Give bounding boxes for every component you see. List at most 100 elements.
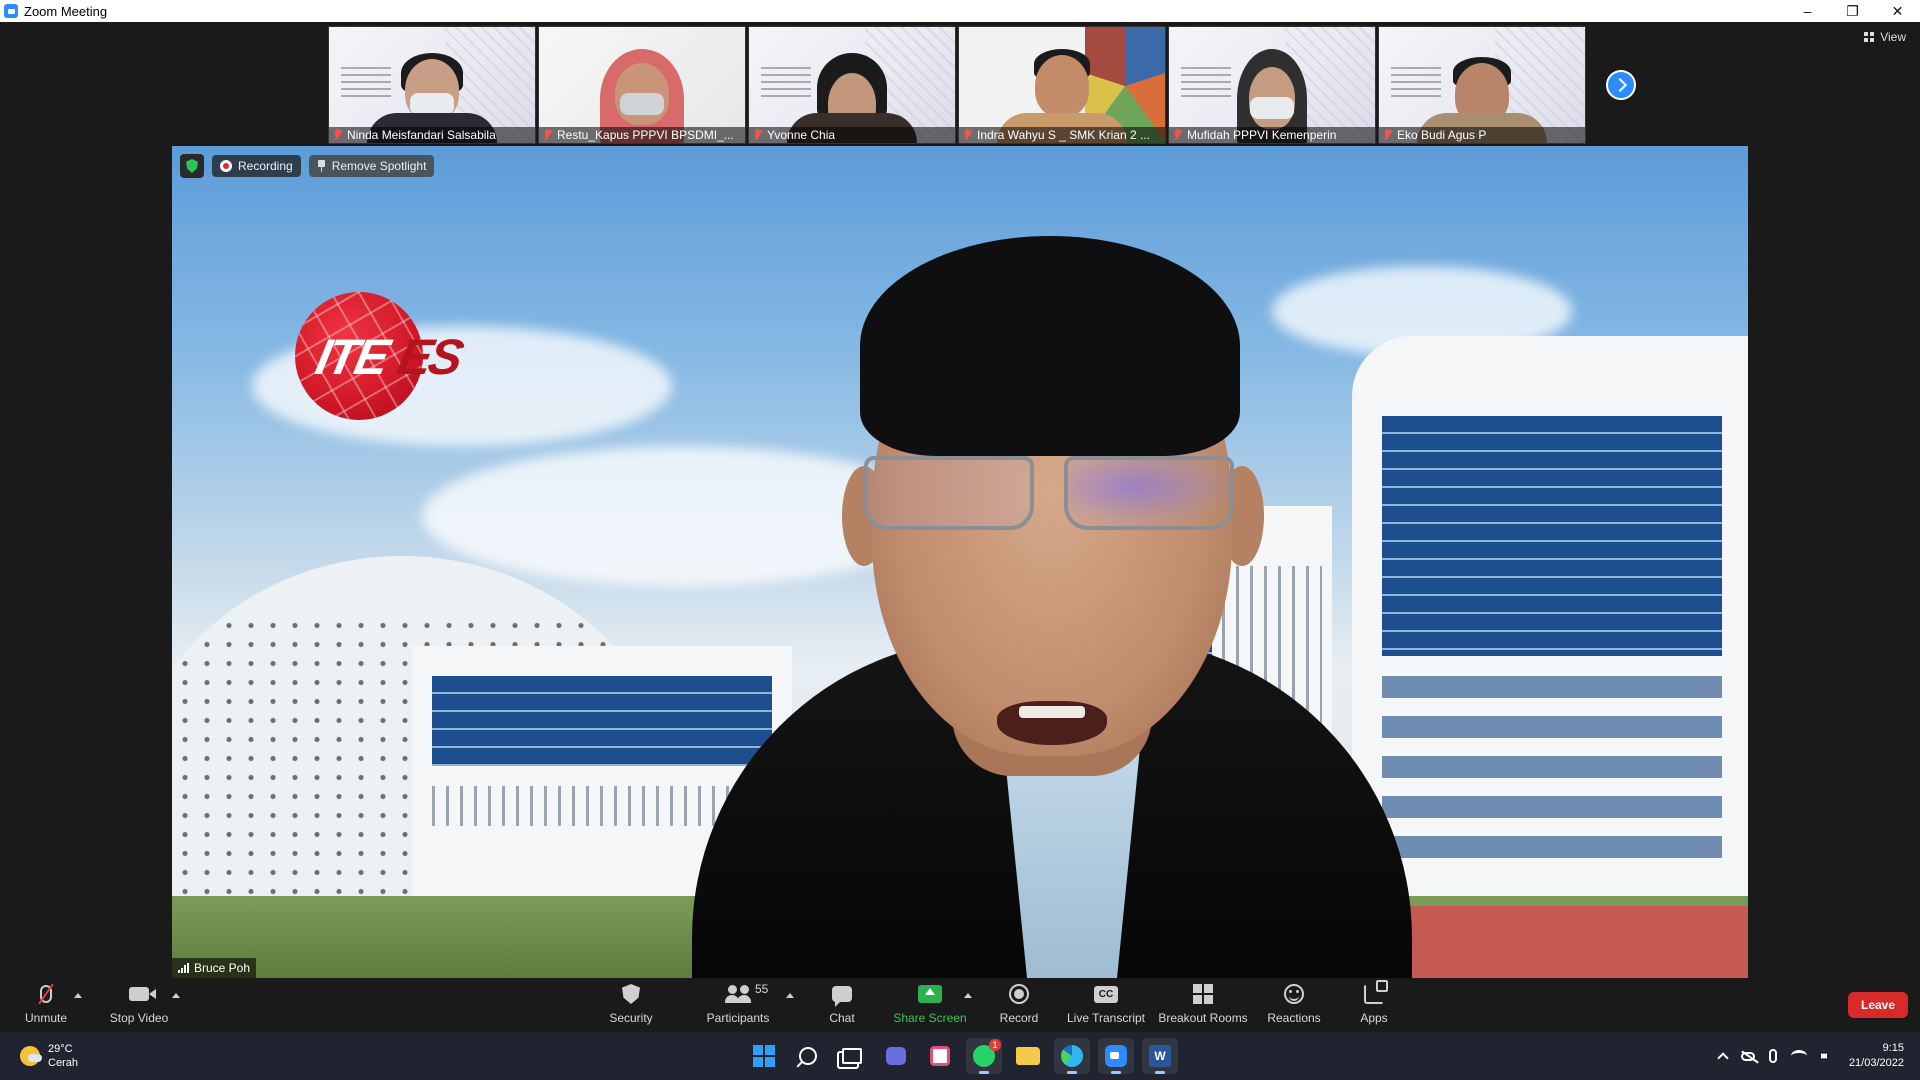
- participant-name: Mufidah PPPVI Kemenperin: [1187, 128, 1337, 142]
- onedrive-offline-icon[interactable]: [1740, 1051, 1755, 1061]
- participant-name: Restu_Kapus PPPVI BPSDMI_...: [557, 128, 734, 142]
- task-view-icon: [842, 1048, 862, 1064]
- leave-button[interactable]: Leave: [1848, 992, 1908, 1018]
- minimize-button[interactable]: –: [1785, 0, 1830, 22]
- zoom-app-icon: [4, 4, 18, 18]
- restore-button[interactable]: ❐: [1830, 0, 1875, 22]
- clock[interactable]: 9:15 21/03/2022: [1849, 1041, 1904, 1071]
- building-windows: [1382, 676, 1722, 876]
- windows-taskbar: 29°C Cerah 1 W 9:15 21/03/2022: [0, 1032, 1920, 1080]
- close-button[interactable]: ✕: [1875, 0, 1920, 22]
- participant-tile[interactable]: Mufidah PPPVI Kemenperin: [1168, 26, 1376, 144]
- task-view-button[interactable]: [834, 1038, 870, 1074]
- share-screen-label: Share Screen: [893, 1011, 967, 1025]
- participant-tile[interactable]: Ninda Meisfandari Salsabila: [328, 26, 536, 144]
- folder-icon: [1016, 1047, 1040, 1065]
- glasses-lens-left: [864, 456, 1034, 530]
- share-screen-button[interactable]: Share Screen: [893, 978, 967, 1032]
- file-explorer-button[interactable]: [1010, 1038, 1046, 1074]
- participants-button[interactable]: 55 Participants: [704, 978, 772, 1032]
- record-button[interactable]: Record: [998, 978, 1040, 1032]
- start-button[interactable]: [746, 1038, 782, 1074]
- participants-count: 55: [755, 982, 769, 996]
- participant-tile[interactable]: Restu_Kapus PPPVI BPSDMI_...: [538, 26, 746, 144]
- security-button[interactable]: Security: [606, 978, 656, 1032]
- windows-logo-icon: [753, 1045, 775, 1067]
- unmute-label: Unmute: [24, 1011, 68, 1025]
- apps-button[interactable]: Apps: [1358, 978, 1390, 1032]
- participant-namebar: Restu_Kapus PPPVI BPSDMI_...: [539, 127, 745, 143]
- participant-tile[interactable]: Yvonne Chia: [748, 26, 956, 144]
- glasses-lens-right: [1064, 456, 1234, 530]
- participants-icon: [725, 985, 751, 1003]
- show-hidden-icons-icon[interactable]: [1717, 1052, 1729, 1064]
- snipping-tool-button[interactable]: [922, 1038, 958, 1074]
- microphone-icon[interactable]: [1768, 1049, 1777, 1063]
- participant-namebar: Ninda Meisfandari Salsabila: [329, 127, 535, 143]
- edge-browser-icon: [1061, 1045, 1083, 1067]
- breakout-rooms-label: Breakout Rooms: [1158, 1011, 1248, 1025]
- chat-bubble-icon: [832, 986, 852, 1007]
- view-button-label: View: [1880, 30, 1906, 44]
- security-label: Security: [609, 1011, 653, 1025]
- shield-icon: [622, 984, 640, 1004]
- volume-icon[interactable]: [1820, 1050, 1832, 1062]
- clock-date: 21/03/2022: [1848, 1057, 1904, 1069]
- video-options-caret-icon[interactable]: [172, 993, 180, 998]
- participant-tile[interactable]: Indra Wahyu S _ SMK Krian 2 ...: [958, 26, 1166, 144]
- reactions-button[interactable]: Reactions: [1266, 978, 1322, 1032]
- whatsapp-button[interactable]: 1: [966, 1038, 1002, 1074]
- whatsapp-icon: 1: [973, 1039, 1001, 1067]
- speaker-glasses: [854, 456, 1254, 536]
- chat-button[interactable]: Chat: [824, 978, 860, 1032]
- recording-dot-icon: [220, 160, 232, 172]
- speaker-name-tag: Bruce Poh: [172, 958, 257, 978]
- teams-chat-button[interactable]: [878, 1038, 914, 1074]
- zoom-taskbar-button[interactable]: [1098, 1038, 1134, 1074]
- stop-video-button[interactable]: Stop Video: [104, 978, 174, 1032]
- wifi-icon[interactable]: [1790, 1050, 1807, 1062]
- slide-text-decoration: [761, 67, 811, 101]
- participants-options-caret-icon[interactable]: [786, 993, 794, 998]
- logo-text-es: ES: [393, 329, 466, 385]
- mic-muted-icon: [753, 129, 763, 141]
- weather-widget[interactable]: 29°C Cerah: [20, 1042, 78, 1070]
- view-button[interactable]: View: [1864, 30, 1906, 44]
- remove-spotlight-button[interactable]: Remove Spotlight: [308, 155, 435, 177]
- meeting-controls-toolbar: Unmute Stop Video Security 55 Participan…: [0, 978, 1920, 1032]
- search-button[interactable]: [790, 1038, 826, 1074]
- word-icon: W: [1149, 1045, 1171, 1067]
- live-transcript-button[interactable]: CC Live Transcript: [1066, 978, 1146, 1032]
- share-options-caret-icon[interactable]: [964, 993, 972, 998]
- speaker-name: Bruce Poh: [194, 961, 251, 975]
- share-screen-icon: [918, 985, 942, 1003]
- smiley-icon: [1284, 984, 1304, 1004]
- window-title: Zoom Meeting: [24, 3, 108, 19]
- mic-muted-icon: [333, 129, 343, 141]
- next-page-arrow-icon[interactable]: [1606, 70, 1636, 100]
- face-mask: [1250, 97, 1294, 119]
- partly-sunny-icon: [20, 1046, 42, 1066]
- mic-muted-icon: [1173, 129, 1183, 141]
- encryption-shield-icon[interactable]: [180, 154, 204, 178]
- video-top-badges: Recording Remove Spotlight: [180, 154, 435, 178]
- record-icon: [1009, 984, 1029, 1004]
- word-button[interactable]: W: [1142, 1038, 1178, 1074]
- face-mask: [410, 93, 454, 115]
- participant-tile[interactable]: Eko Budi Agus P: [1378, 26, 1586, 144]
- stop-video-label: Stop Video: [109, 1011, 169, 1025]
- breakout-rooms-button[interactable]: Breakout Rooms: [1158, 978, 1248, 1032]
- remove-spotlight-label: Remove Spotlight: [331, 159, 427, 173]
- grid-view-icon: [1864, 32, 1875, 42]
- search-icon: [799, 1047, 817, 1065]
- window-titlebar: Zoom Meeting – ❐ ✕: [0, 0, 1920, 22]
- slide-text-decoration: [341, 67, 391, 101]
- audio-options-caret-icon[interactable]: [74, 993, 82, 998]
- edge-button[interactable]: [1054, 1038, 1090, 1074]
- recording-indicator[interactable]: Recording: [212, 155, 301, 177]
- apps-label: Apps: [1360, 1011, 1388, 1025]
- participant-name: Eko Budi Agus P: [1397, 128, 1487, 142]
- unmute-button[interactable]: Unmute: [20, 978, 72, 1032]
- weather-description: Cerah: [48, 1057, 78, 1069]
- zoom-icon: [1105, 1045, 1127, 1067]
